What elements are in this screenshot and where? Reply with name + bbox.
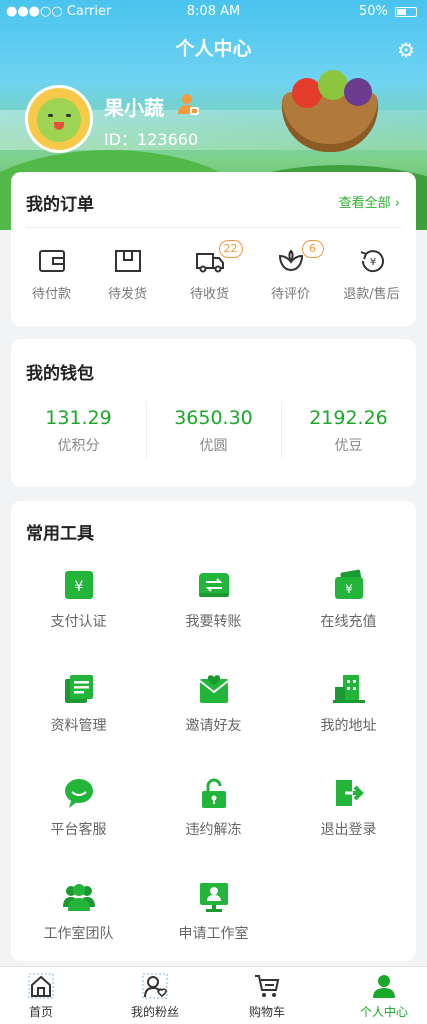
user-id: ID：123660: [104, 130, 199, 149]
wallet-icon: [37, 248, 67, 274]
flower-icon: 6: [276, 240, 324, 274]
divider: [26, 227, 401, 228]
order-status-pending-payment[interactable]: 待付款: [11, 248, 92, 302]
tool-customer-service[interactable]: 平台客服: [11, 777, 146, 839]
bottom-tab-bar: 首页 我的粉丝 购物车 个人中心: [0, 966, 427, 1024]
orders-title: 我的订单: [26, 195, 94, 215]
wallet-title: 我的钱包: [26, 364, 94, 384]
tool-label: 平台客服: [50, 822, 107, 838]
wallet-card: 我的钱包 131.29 优积分 3650.30 优圆 2192.26 优豆: [11, 339, 416, 487]
tool-label: 违约解冻: [185, 822, 242, 838]
wallet-value: 2192.26: [309, 407, 388, 429]
tool-logout[interactable]: 退出登录: [281, 777, 416, 839]
truck-icon: 22: [195, 240, 243, 274]
tool-label: 工作室团队: [43, 926, 114, 942]
order-status-label: 退款/售后: [343, 287, 400, 302]
fans-icon: [142, 973, 168, 999]
order-status-label: 待收货: [189, 287, 229, 302]
username: 果小蔬: [104, 96, 164, 120]
tool-label: 支付认证: [50, 614, 107, 630]
yen-card-icon: ¥: [63, 569, 95, 601]
tool-unfreeze[interactable]: 违约解冻: [146, 777, 281, 839]
wallet-value: 3650.30: [174, 407, 253, 429]
tool-online-recharge[interactable]: ¥ 在线充值: [281, 569, 416, 631]
gear-icon[interactable]: ⚙: [397, 38, 415, 62]
tool-label: 申请工作室: [178, 926, 249, 942]
cart-icon: [254, 973, 280, 999]
battery-icon: [395, 6, 417, 17]
order-status-label: 待付款: [31, 287, 71, 302]
profile-icon: [371, 973, 397, 999]
building-icon: [332, 673, 365, 705]
tool-label: 我的地址: [320, 718, 377, 734]
unlock-icon: [198, 777, 230, 809]
tools-card: 常用工具 ¥ 支付认证 我要转账 ¥ 在线充值 资料管理 邀请好友 我的地址 平…: [11, 501, 416, 961]
order-status-refund[interactable]: ¥ 退款/售后: [331, 248, 412, 302]
wallet-youdou[interactable]: 2192.26 优豆: [281, 407, 416, 455]
mascot-eye: [66, 114, 71, 117]
wallet-youyuan[interactable]: 3650.30 优圆: [146, 407, 281, 455]
tab-my-fans[interactable]: 我的粉丝: [102, 973, 208, 1020]
order-count-badge: 6: [301, 240, 324, 258]
document-icon: [63, 673, 95, 705]
home-icon: [28, 973, 54, 999]
tool-my-address[interactable]: 我的地址: [281, 673, 416, 735]
status-bar: ●●●○○ Carrier 8:08 AM 50%: [0, 0, 427, 24]
chat-icon: [63, 777, 95, 809]
tab-home[interactable]: 首页: [0, 973, 94, 1020]
apple-mascot-icon: [37, 98, 81, 142]
invite-mail-icon: [198, 673, 230, 705]
svg-text:¥: ¥: [74, 579, 83, 595]
orders-card: 我的订单 查看全部 › 待付款 待发货 22 待收货 6 待评价 ¥ 退款/售后: [11, 172, 416, 326]
user-badge-icon: [178, 94, 199, 115]
svg-text:¥: ¥: [369, 257, 375, 268]
tool-apply-studio[interactable]: 申请工作室: [146, 881, 281, 943]
tab-label: 首页: [28, 1005, 53, 1019]
tool-transfer[interactable]: 我要转账: [146, 569, 281, 631]
logout-icon: [333, 777, 365, 809]
avatar[interactable]: [25, 85, 93, 153]
page-title: 个人中心: [175, 38, 252, 60]
battery-percent: 50%: [358, 4, 388, 19]
tool-profile-management[interactable]: 资料管理: [11, 673, 146, 735]
tool-label: 在线充值: [320, 614, 377, 630]
svg-text:¥: ¥: [345, 582, 353, 596]
tool-label: 我要转账: [185, 614, 242, 630]
order-status-to-ship[interactable]: 待发货: [87, 248, 168, 302]
wallet-label: 优豆: [334, 438, 363, 454]
wallet-label: 优圆: [199, 438, 228, 454]
view-all-orders-link[interactable]: 查看全部 ›: [339, 192, 400, 211]
tool-label: 退出登录: [320, 822, 377, 838]
order-status-label: 待评价: [270, 287, 310, 302]
wallet-value: 131.29: [45, 407, 112, 429]
refund-icon: ¥: [357, 248, 387, 274]
order-status-to-receive[interactable]: 22 待收货: [169, 240, 250, 302]
order-status-to-review[interactable]: 6 待评价: [250, 240, 331, 302]
recharge-icon: ¥: [333, 569, 365, 601]
transfer-icon: [198, 569, 230, 601]
tab-label: 个人中心: [359, 1005, 408, 1019]
tab-label: 购物车: [248, 1005, 285, 1019]
mascot-eye: [48, 114, 53, 117]
tool-label: 资料管理: [50, 718, 107, 734]
battery-status: 50%: [359, 4, 417, 19]
tool-studio-team[interactable]: 工作室团队: [11, 881, 146, 943]
tool-payment-verification[interactable]: ¥ 支付认证: [11, 569, 146, 631]
wallet-label: 优积分: [57, 438, 100, 454]
package-icon: [113, 248, 143, 274]
order-count-badge: 22: [218, 240, 243, 258]
team-icon: [62, 881, 95, 913]
tab-shopping-cart[interactable]: 购物车: [214, 973, 320, 1020]
tab-profile[interactable]: 个人中心: [331, 973, 427, 1020]
tool-invite-friends[interactable]: 邀请好友: [146, 673, 281, 735]
tab-label: 我的粉丝: [130, 1005, 179, 1019]
fruit-illustration: [344, 78, 372, 106]
order-status-label: 待发货: [107, 287, 147, 302]
tools-title: 常用工具: [26, 524, 94, 544]
tool-label: 邀请好友: [185, 718, 242, 734]
wallet-points[interactable]: 131.29 优积分: [11, 407, 146, 455]
workstation-icon: [198, 881, 230, 913]
